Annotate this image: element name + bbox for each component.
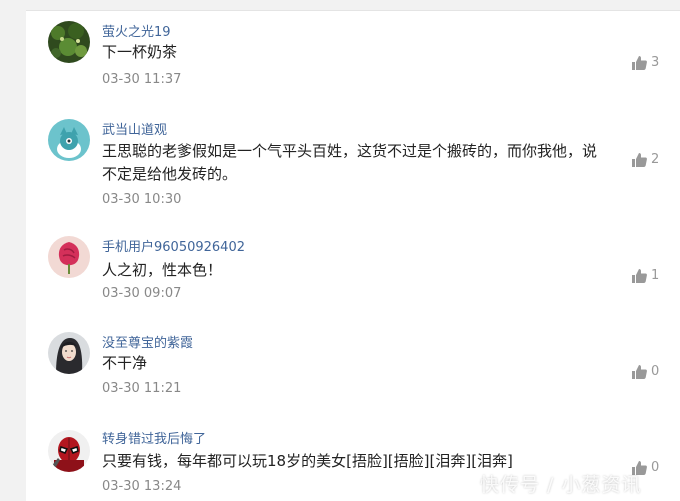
like-button[interactable]: 2	[632, 152, 659, 167]
comment-text: 不干净	[102, 354, 148, 372]
thumbs-up-icon	[632, 152, 647, 167]
comment-username[interactable]: 没至尊宝的紫霞	[102, 332, 193, 351]
like-button[interactable]: 1	[632, 268, 659, 283]
avatar[interactable]	[48, 119, 90, 161]
avatar[interactable]	[48, 430, 90, 472]
like-count: 3	[651, 55, 660, 70]
like-count: 1	[651, 268, 660, 283]
comment-list: 萤火之光19 下一杯奶茶 03-30 11:37 3 武当山道观 王思聪的老爹假…	[26, 10, 680, 501]
nature-photo-avatar-icon	[48, 21, 90, 63]
thumbs-up-icon	[632, 364, 647, 379]
pink-flower-avatar-icon	[48, 236, 90, 278]
avatar[interactable]	[48, 21, 90, 63]
comment-time: 03-30 13:24	[102, 479, 182, 494]
superhero-avatar-icon	[48, 430, 90, 472]
comment-username[interactable]: 武当山道观	[102, 119, 167, 138]
comment-time: 03-30 09:07	[102, 286, 182, 301]
portrait-photo-avatar-icon	[48, 332, 90, 374]
like-count: 0	[651, 364, 660, 379]
avatar[interactable]	[48, 332, 90, 374]
avatar[interactable]	[48, 236, 90, 278]
teal-cartoon-avatar-icon	[48, 119, 90, 161]
comment-text: 下一杯奶茶	[102, 43, 178, 61]
like-count: 2	[651, 152, 660, 167]
comment-time: 03-30 11:37	[102, 72, 182, 87]
comment-time: 03-30 10:30	[102, 192, 182, 207]
comment-username[interactable]: 转身错过我后悔了	[102, 428, 206, 447]
like-button[interactable]: 0	[632, 364, 659, 379]
comment-username[interactable]: 手机用户96050926402	[102, 236, 245, 255]
thumbs-up-icon	[632, 268, 647, 283]
comment-username[interactable]: 萤火之光19	[102, 21, 171, 40]
like-button[interactable]: 3	[632, 55, 659, 70]
thumbs-up-icon	[632, 55, 647, 70]
comment-time: 03-30 11:21	[102, 381, 182, 396]
watermark: 快传号 / 小葱资讯	[480, 474, 642, 496]
comment-text: 王思聪的老爹假如是一个气平头百姓，这货不过是个搬砖的，而你我他，说不定是给他发砖…	[102, 142, 598, 183]
comment-text: 人之初，性本色！	[102, 261, 223, 279]
like-count: 0	[651, 460, 660, 475]
